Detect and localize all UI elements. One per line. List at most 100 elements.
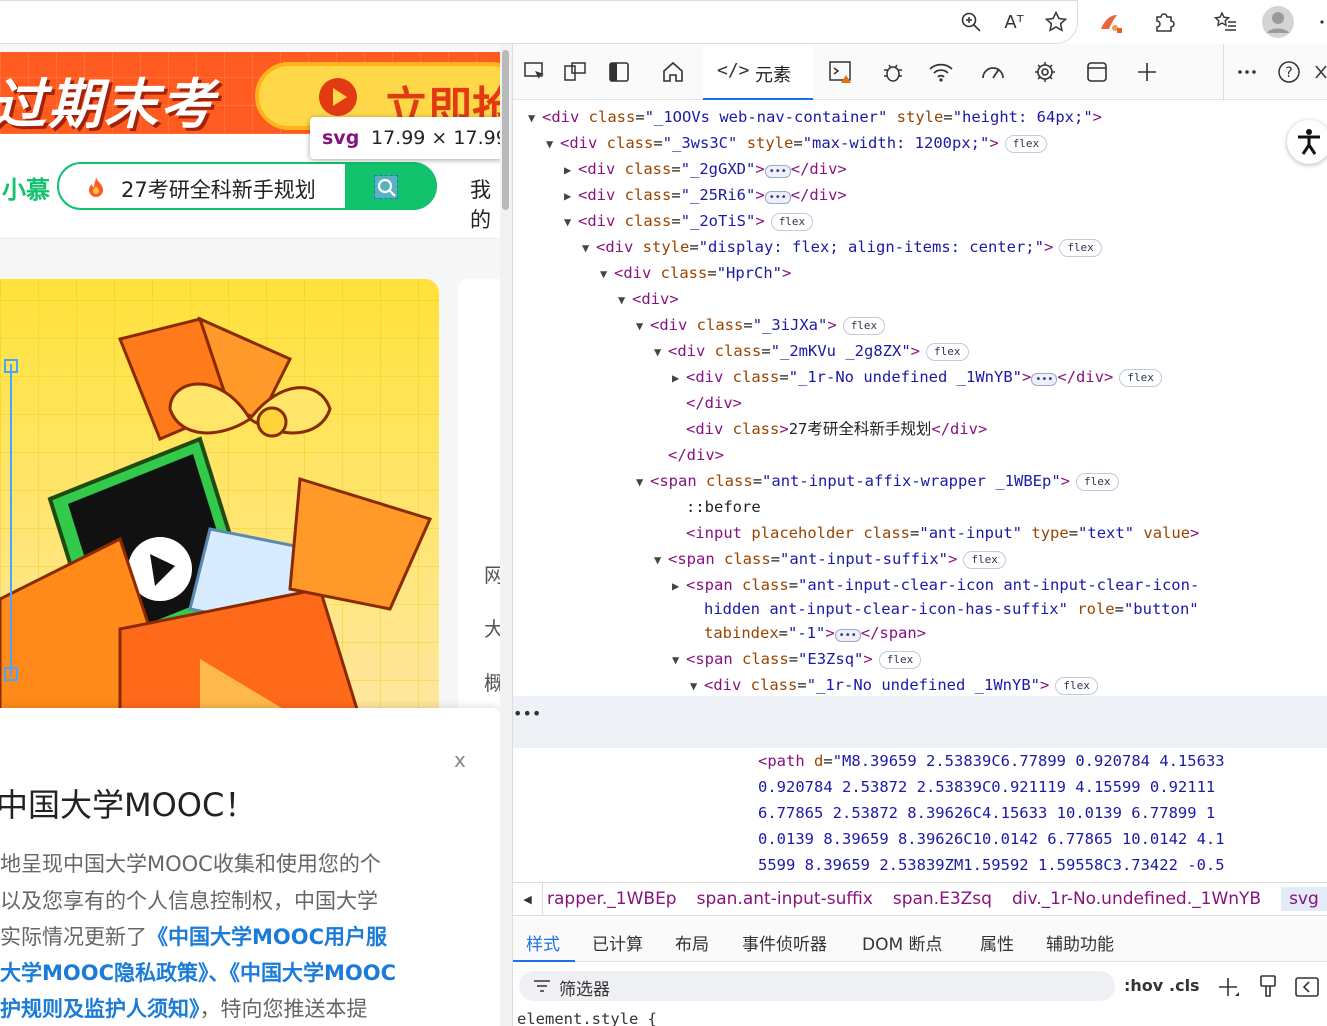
guardian-link[interactable]: 护规则及监护人须知》 [0,997,200,1021]
collapse-triangle-icon[interactable]: ▼ [654,547,668,573]
profile-avatar-icon[interactable] [1262,6,1294,38]
flex-badge[interactable]: flex [770,212,814,231]
filter-input[interactable]: 筛选器 [519,971,1115,1001]
collapse-triangle-icon[interactable]: ▼ [528,105,542,131]
dom-tree-line[interactable]: ▼ <span class="E3Zsq"> flex [672,646,922,673]
console-icon[interactable] [825,56,857,88]
dom-tree[interactable]: ▼ <div class="_1OOVs web-nav-container" s… [513,102,1327,882]
dom-tree-line[interactable]: <input placeholder class="ant-input" typ… [672,520,1199,546]
dom-tree-line[interactable]: ▼ <div class="_1r-No undefined _1WnYB"> fl… [690,672,1098,698]
dom-tree-line[interactable]: </div> [672,390,742,416]
dom-tree-line[interactable]: ▶ <div class="_25Ri6"> ••• </div> [564,182,847,208]
zoom-icon[interactable] [955,6,987,38]
extension-icon[interactable] [1094,6,1126,38]
scrollbar-thumb[interactable] [502,50,509,210]
puzzle-icon[interactable] [1148,6,1180,38]
dom-tree-line[interactable]: hidden ant-input-clear-icon-has-suffix" … [690,596,1199,622]
home-icon[interactable] [657,56,689,88]
application-icon[interactable] [1081,56,1113,88]
flex-badge[interactable]: flex [878,650,922,669]
expand-triangle-icon[interactable]: ▶ [564,157,578,183]
collapse-triangle-icon[interactable]: ▼ [636,469,650,495]
flex-badge[interactable]: flex [1119,368,1162,387]
chevron-left-icon[interactable]: ◀ [513,883,543,915]
tab-elements[interactable]: </> 元素 [703,44,813,100]
collapse-triangle-icon[interactable]: ▼ [546,131,560,157]
flex-badge[interactable]: flex [1059,238,1102,257]
dom-tree-line[interactable]: ▼ <div class="_2mKVu _2g8ZX"> flex [654,338,969,364]
dom-tree-line[interactable]: ▼ <div> [618,286,679,312]
dom-tree-line[interactable]: ▼ <div class="_3ws3C" style="max-width: 1… [546,130,1048,157]
collapse-triangle-icon[interactable]: ▼ [564,209,578,235]
favorites-list-icon[interactable] [1210,6,1242,38]
nav-my[interactable]: 我的 [470,174,500,234]
dom-tree-line[interactable]: ▼ <div class="_3iJXa"> flex [636,312,886,339]
search-box[interactable]: 27考研全科新手规划 [57,162,437,210]
node-actions-icon[interactable]: ••• [513,704,541,723]
search-button[interactable] [345,162,437,210]
close-devtools-icon[interactable] [1313,56,1327,88]
flex-badge[interactable]: flex [926,342,969,361]
dialog-close-button[interactable]: x [454,748,466,772]
tab-dom-breakpoints[interactable]: DOM 断点 [862,930,943,955]
flex-badge[interactable]: flex [842,316,886,335]
dom-tree-line[interactable]: <path d="M8.39659 2.53839C6.77899 0.9207… [744,748,1225,774]
dom-tree-line[interactable]: ▶ <span class="ant-input-clear-icon ant-i… [672,572,1199,598]
dom-tree-line[interactable]: <div class>27考研全科新手规划</div> [672,416,987,442]
collapse-triangle-icon[interactable]: ▼ [636,313,650,339]
toggle-sidebar-icon[interactable] [1294,976,1320,998]
breadcrumb-item[interactable]: span.E3Zsq [893,889,992,909]
page-scrollbar[interactable] [500,44,512,1026]
dom-tree-line[interactable]: 6.77865 2.53872 8.39626C4.15633 10.0139 … [744,800,1215,826]
more-icon[interactable] [1310,6,1327,38]
flex-badge[interactable]: flex [963,550,1006,569]
device-emulation-icon[interactable] [559,56,591,88]
dom-tree-line[interactable]: ▼ <div class="HprCh"> [600,260,791,286]
collapse-triangle-icon[interactable]: ▼ [672,647,686,673]
tab-computed[interactable]: 已计算 [592,930,643,955]
dom-tree-line[interactable]: ▶ <div class="_2gGXD"> ••• </div> [564,156,847,182]
tab-properties[interactable]: 属性 [980,930,1014,955]
breadcrumb-item[interactable]: span.ant-input-suffix [697,889,873,909]
inspect-element-icon[interactable] [519,56,551,88]
help-icon[interactable]: ? [1273,56,1305,88]
add-tool-icon[interactable] [1131,56,1163,88]
collapse-triangle-icon[interactable]: ▼ [654,339,668,365]
dock-side-icon[interactable] [603,56,635,88]
dom-tree-line[interactable]: ▼ <div class="_1OOVs web-nav-container" s… [528,104,1102,130]
privacy-link[interactable]: 大学MOOC隐私政策》、《中国大学MOOC [0,957,396,987]
performance-icon[interactable] [977,56,1009,88]
tab-accessibility[interactable]: 辅助功能 [1046,930,1114,955]
dom-tree-line[interactable]: ▼ <div style="display: flex; align-items:… [582,234,1102,260]
tab-event-listeners[interactable]: 事件侦听器 [742,930,827,955]
paint-brush-icon[interactable] [1257,974,1279,1000]
breadcrumb-item[interactable]: svg [1281,887,1327,911]
cls-button[interactable]: .cls [1169,976,1200,995]
dom-tree-line[interactable]: 5599 8.39659 2.53839ZM1.59592 1.59558C3.… [744,852,1225,878]
collapse-triangle-icon[interactable]: ▼ [618,287,632,313]
address-bar[interactable] [0,0,1078,44]
collapse-triangle-icon[interactable]: ▼ [582,235,596,261]
flex-badge[interactable]: flex [1004,134,1048,153]
promo-card[interactable] [0,279,439,719]
dom-tree-line[interactable]: </div> [654,442,724,468]
tab-styles[interactable]: 样式 [526,930,560,955]
hov-button[interactable]: :hov [1124,976,1163,995]
read-aloud-icon[interactable]: Aᵀ [998,6,1030,38]
flex-badge[interactable]: flex [1076,472,1119,491]
dom-tree-line[interactable]: ▼ <div class="_2oTiS"> flex [564,208,814,235]
collapse-triangle-icon[interactable]: ▼ [600,261,614,287]
logo-text[interactable]: 小慕 [2,170,50,205]
terms-link[interactable]: 《中国大学MOOC用户服 [147,925,387,949]
breadcrumb-item[interactable]: div._1r-No.undefined._1WnYB [1012,889,1261,909]
dom-tree-line[interactable]: 0.920784 2.53872 2.53839C0.921119 4.1559… [744,774,1215,800]
expand-triangle-icon[interactable]: ▶ [672,365,686,391]
favorite-star-icon[interactable] [1040,6,1072,38]
search-input[interactable]: 27考研全科新手规划 [121,174,316,204]
expand-triangle-icon[interactable]: ▶ [672,573,686,599]
flex-badge[interactable]: flex [1055,676,1098,695]
dom-tree-line[interactable]: ▶ <div class="_1r-No undefined _1WnYB"> ••… [672,364,1162,390]
breadcrumb-item[interactable]: rapper._1WBEp [547,889,677,909]
dom-tree-line[interactable]: ▼ <span class="ant-input-affix-wrapper _1… [636,468,1119,494]
new-style-rule-icon[interactable] [1217,976,1241,1000]
